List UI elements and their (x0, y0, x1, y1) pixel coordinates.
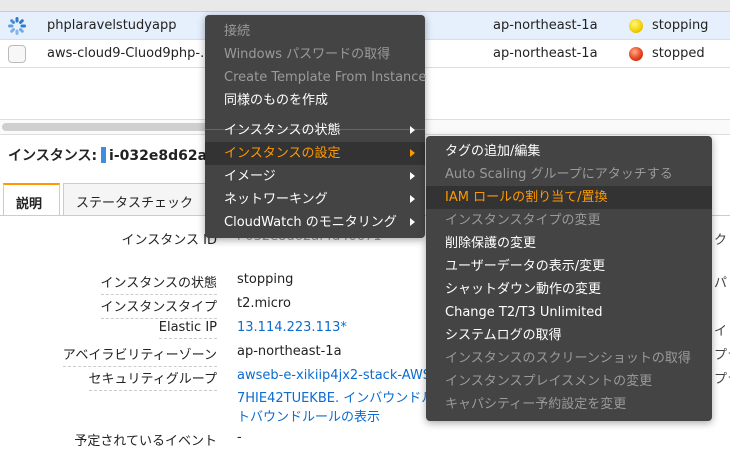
chevron-right-icon (410, 195, 415, 203)
menu-label: ネットワーキング (224, 192, 328, 207)
security-group-link[interactable]: awseb-e-xikiip4jx2-stack-AWSE (237, 368, 439, 383)
tab-label: 説明 (16, 197, 43, 212)
loading-spinner-icon (8, 17, 26, 39)
chevron-right-icon (410, 149, 415, 157)
status-dot-icon (629, 19, 643, 33)
row-checkbox[interactable] (8, 45, 26, 63)
menu-item-instance-settings[interactable]: インスタンスの設定 (205, 142, 425, 165)
chevron-right-icon (410, 172, 415, 180)
submenu-item-add-edit-tags[interactable]: タグの追加/編集 (426, 140, 712, 163)
field-label: インスタンスの状態 (100, 272, 217, 295)
field-value: - (237, 430, 242, 445)
availability-zone: ap-northeast-1a (493, 18, 598, 33)
submenu-item-capacity-reservation: キャパシティー予約設定を変更 (445, 397, 627, 412)
field-label: アベイラビリティーゾーン (62, 344, 217, 367)
submenu-item-screenshot: インスタンスのスクリーンショットの取得 (445, 351, 691, 366)
chevron-right-icon (410, 218, 415, 226)
right-column-label: プラ (714, 372, 730, 387)
menu-item-instance-state[interactable]: インスタンスの状態 (205, 119, 425, 142)
right-column-label: パ (714, 276, 728, 291)
field-value: stopping (237, 272, 294, 287)
menu-item-windows-password: Windows パスワードの取得 (224, 47, 391, 62)
menu-item-image[interactable]: イメージ (205, 165, 425, 188)
field-label: 予定されているイベント (74, 434, 217, 449)
right-column-label: ク (714, 233, 728, 248)
chevron-right-icon (410, 126, 415, 134)
field-label: Elastic IP (158, 320, 217, 339)
right-column-label: イ (714, 324, 728, 339)
submenu-item-system-log[interactable]: システムログの取得 (426, 324, 712, 347)
submenu-item-shutdown-behavior[interactable]: シャットダウン動作の変更 (426, 278, 712, 301)
submenu-item-t2-t3-unlimited[interactable]: Change T2/T3 Unlimited (426, 301, 712, 324)
menu-label: CloudWatch のモニタリング (224, 215, 397, 230)
submenu-item-attach-iam-role[interactable]: IAM ロールの割り当て/置換 (426, 186, 712, 209)
menu-item-launch-more-like-this[interactable]: 同様のものを作成 (205, 89, 425, 112)
submenu-item-termination-protection[interactable]: 削除保護の変更 (426, 232, 712, 255)
tab-label: ステータスチェック (76, 196, 194, 211)
detail-title: インスタンス: i-032e8d62af4 (8, 145, 223, 165)
elastic-ip-link[interactable]: 13.114.223.113* (237, 320, 347, 335)
tab-description[interactable]: 説明 (3, 183, 60, 216)
context-menu: 接続 Windows パスワードの取得 Create Template From… (205, 15, 427, 238)
field-label: インスタンス ID (121, 233, 217, 248)
menu-label: インスタンスの状態 (224, 123, 341, 138)
detail-title-label: インスタンス: (8, 148, 98, 164)
instance-state: stopping (652, 18, 709, 33)
field-value: t2.micro (237, 296, 291, 311)
submenu-item-attach-auto-scaling: Auto Scaling グループにアタッチする (445, 167, 673, 182)
outbound-rules-link[interactable]: トバウンドルールの表示 (237, 406, 380, 425)
status-dot-icon (629, 47, 643, 61)
menu-item-create-template: Create Template From Instance (224, 70, 427, 85)
menu-label: インスタンスの設定 (224, 146, 341, 161)
submenu-item-user-data[interactable]: ユーザーデータの表示/変更 (426, 255, 712, 278)
table-header-band (0, 0, 730, 12)
instance-settings-submenu: タグの追加/編集 Auto Scaling グループにアタッチする IAM ロー… (426, 136, 712, 421)
id-marker (101, 147, 107, 163)
menu-item-connect: 接続 (224, 24, 251, 39)
submenu-item-change-instance-type: インスタンスタイプの変更 (445, 213, 601, 228)
menu-item-networking[interactable]: ネットワーキング (205, 188, 425, 211)
inbound-rules-link[interactable]: 7HIE42TUEKBE. インバウンドル (237, 387, 434, 406)
menu-label: イメージ (224, 169, 276, 184)
right-column-label: プラ (714, 348, 730, 363)
submenu-item-placement: インスタンスプレイスメントの変更 (445, 374, 653, 389)
instance-name: aws-cloud9-Cluod9php-... (47, 46, 213, 61)
menu-item-cloudwatch-monitoring[interactable]: CloudWatch のモニタリング (205, 211, 425, 234)
field-value: ap-northeast-1a (237, 344, 342, 359)
field-label: セキュリティグループ (88, 368, 217, 391)
instance-state: stopped (652, 46, 705, 61)
field-label: インスタンスタイプ (100, 296, 217, 319)
availability-zone: ap-northeast-1a (493, 46, 598, 61)
tab-status-checks[interactable]: ステータスチェック (63, 183, 223, 216)
instance-name: phplaravelstudyapp (47, 18, 177, 33)
